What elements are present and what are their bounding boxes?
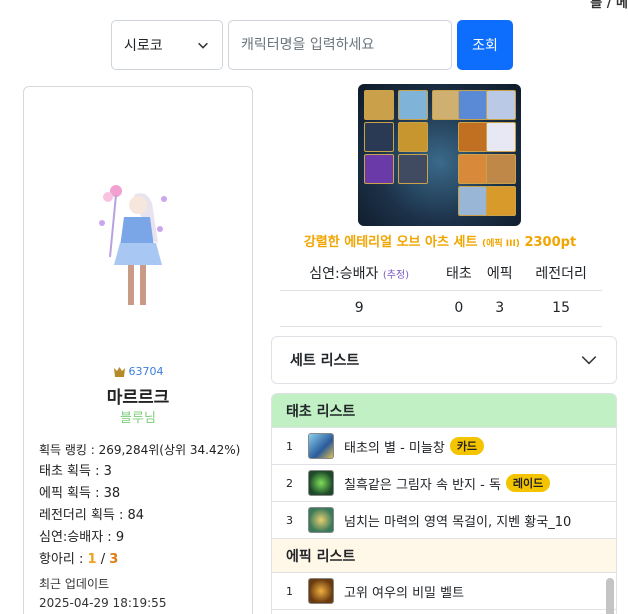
halberd-icon [308,433,334,459]
rank-score-value: 63704 [128,365,164,378]
list-item[interactable]: 3 넘치는 마력의 영역 목걸이, 지벤 황국_10 [272,502,616,539]
updated-label: 최근 업데이트 [39,577,110,591]
legendary-count: 레전더리 획득 : 84 [39,508,145,523]
col-taecho: 태초 [438,256,480,291]
val-abyss: 9 [280,290,439,327]
set-title: 강렬한 에테리얼 오브 아츠 세트 (에픽 III) 2300pt [270,231,610,250]
ring-icon [308,470,334,496]
item-number: 1 [286,439,293,453]
item-badge: 카드 [449,437,485,455]
chevron-down-icon [581,356,597,365]
set-name: 강렬한 에테리얼 오브 아츠 세트 [303,235,478,250]
epic-list-header: 에픽 리스트 [272,539,616,573]
item-number: 1 [286,584,293,598]
item-number: 3 [286,513,293,527]
set-tier: (에픽 III) [481,239,520,249]
col-epic: 에픽 [479,256,521,291]
belt-icon [308,578,334,604]
character-name: 마르르크 [106,388,170,408]
item-name: 태초의 별 - 미늘창 [344,440,445,456]
pet-current: 1 [87,552,97,567]
rarity-count-table: 심연:승배자 (추정) 태초 에픽 레전더리 9 0 3 15 [280,256,602,327]
epic-count: 에픽 획득 : 38 [39,486,121,501]
top-nav-fragment[interactable]: 를 / 메 [590,0,628,11]
estimate-note: (추정) [382,269,410,281]
col-legendary: 레전더리 [520,256,602,291]
search-button[interactable]: 조회 [457,20,513,70]
set-points: 2300pt [524,235,577,250]
val-epic: 3 [479,290,521,327]
set-list-accordion[interactable]: 세트 리스트 [271,336,617,384]
item-badge: 레이드 [505,474,551,492]
chevron-down-icon [198,42,208,49]
val-taecho: 0 [438,290,480,327]
last-updated: 최근 업데이트 2025-04-29 18:19:55 [39,575,166,613]
updated-time: 2025-04-29 18:19:55 [39,596,167,610]
val-legendary: 15 [520,290,602,327]
rank-score: 63704 [24,365,252,378]
list-item[interactable]: 1 태초의 별 - 미늘창 카드 [272,428,616,465]
acquire-rank: 획득 랭킹 : 269,284위(상위 34.42%) [39,443,241,457]
taecho-count: 태초 획득 : 3 [39,464,112,479]
pet-separator: / [96,552,110,567]
item-name: 넘치는 마력의 영역 목걸이, 지벤 황국_10 [344,514,572,530]
set-list-label: 세트 리스트 [290,353,360,369]
item-number: 2 [286,476,293,490]
search-bar: 시로코 조회 [111,20,513,70]
pet-label: 항아리 : [39,552,88,567]
col-abyss: 심연:승배자 (추정) [280,256,439,291]
rank-emblem-icon [113,366,125,377]
server-select[interactable]: 시로코 [111,20,223,70]
taecho-list-header: 태초 리스트 [272,394,616,428]
item-name: 고위 여우의 비밀 벨트 [344,585,465,601]
character-class: 블루님 [120,411,156,426]
list-item[interactable]: 2 칠흑같은 그림자 속 반지 - 독 레이드 [272,465,616,502]
pet-count: 항아리 : 1 / 3 [39,549,240,571]
server-select-value: 시로코 [124,38,163,54]
necklace-icon [308,507,334,533]
character-profile-card: 63704 마르르크 블루님 획득 랭킹 : 269,284위(상위 34.42… [23,86,253,614]
scrollbar[interactable] [606,578,614,614]
pet-max: 3 [109,552,119,567]
abyss-count: 심연:승배자 : 9 [39,530,125,545]
acquisition-stats: 획득 랭킹 : 269,284위(상위 34.42%) 태초 획득 : 3 에픽… [39,439,240,571]
item-name: 칠흑같은 그림자 속 반지 - 독 [344,477,501,493]
character-name-input[interactable] [228,20,452,70]
list-item[interactable]: 1 고위 여우의 비밀 벨트 [272,573,616,610]
item-list-panel: 태초 리스트 1 태초의 별 - 미늘창 카드 2 칠흑같은 그림자 속 반지 … [271,393,617,614]
set-equipment-image [358,84,521,226]
character-avatar [99,185,167,305]
